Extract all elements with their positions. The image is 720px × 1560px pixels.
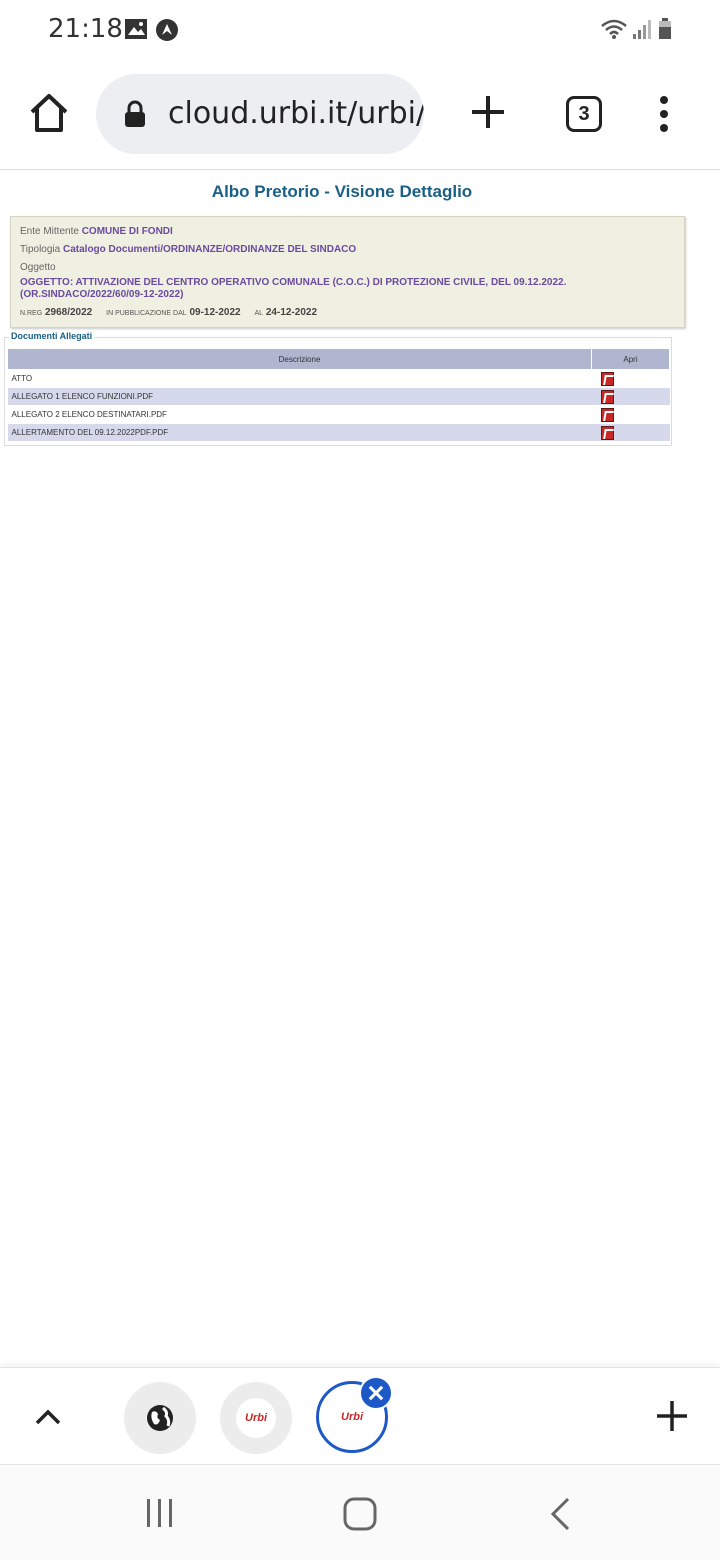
document-description: ALLERTAMENTO DEL 09.12.2022PDF.PDF xyxy=(7,423,592,442)
signal-icon xyxy=(633,20,651,39)
tab-thumbnail-globe[interactable] xyxy=(124,1382,196,1454)
plus-icon[interactable] xyxy=(654,1398,690,1434)
more-vert-icon[interactable] xyxy=(650,94,678,134)
documents-legend: Documenti Allegati xyxy=(9,331,95,341)
table-row: ATTO xyxy=(7,369,670,388)
oggetto-label: Oggetto xyxy=(20,262,56,273)
ente-line: Ente Mittente COMUNE DI FONDI xyxy=(20,226,173,237)
system-nav-bar xyxy=(0,1466,720,1560)
browser-toolbar: cloud.urbi.it/urbi/ 3 xyxy=(0,60,720,170)
ente-value: COMUNE DI FONDI xyxy=(81,226,173,237)
ente-label: Ente Mittente xyxy=(20,226,79,237)
al-label: AL xyxy=(254,310,264,317)
close-icon[interactable] xyxy=(359,1376,393,1410)
wifi-icon xyxy=(601,19,627,39)
app-notification-icon xyxy=(156,19,178,41)
home-circle-icon[interactable] xyxy=(342,1496,378,1532)
table-row: ALLEGATO 2 ELENCO DESTINATARI.PDF xyxy=(7,405,670,424)
table-row: ALLEGATO 1 ELENCO FUNZIONI.PDF xyxy=(7,387,670,406)
status-time: 21:18 xyxy=(48,14,123,44)
tipologia-label: Tipologia xyxy=(20,244,61,255)
attached-documents: Documenti Allegati Descrizione Apri ATTO… xyxy=(4,331,672,446)
pdf-icon[interactable] xyxy=(600,371,614,386)
recent-apps-icon[interactable] xyxy=(144,1496,176,1530)
chevron-up-icon[interactable] xyxy=(32,1401,64,1433)
document-description: ALLEGATO 2 ELENCO DESTINATARI.PDF xyxy=(7,405,592,424)
home-icon[interactable] xyxy=(26,90,72,136)
registration-line: N.REG 2968/2022 IN PUBBLICAZIONE DAL 09-… xyxy=(20,307,317,318)
tipologia-line: Tipologia Catalogo Documenti/ORDINANZE/O… xyxy=(20,244,356,255)
page-title: Albo Pretorio - Visione Dettaglio xyxy=(211,182,473,201)
column-description: Descrizione xyxy=(7,348,592,370)
documents-table: Descrizione Apri ATTO ALLEGATO 1 ELENCO … xyxy=(7,348,670,442)
tabs-count-button[interactable]: 3 xyxy=(566,96,602,132)
pdf-icon[interactable] xyxy=(600,389,614,404)
tipologia-value: Catalogo Documenti/ORDINANZE/ORDINANZE D… xyxy=(63,244,357,255)
tab-switcher-bar: Urbi Urbi xyxy=(0,1367,720,1465)
urbi-logo: Urbi xyxy=(341,1411,363,1423)
detail-box: Ente Mittente COMUNE DI FONDI Tipologia … xyxy=(10,216,685,328)
globe-icon xyxy=(147,1405,173,1431)
pdf-icon[interactable] xyxy=(600,425,614,440)
url-text: cloud.urbi.it/urbi/ xyxy=(168,96,424,131)
document-description: ALLEGATO 1 ELENCO FUNZIONI.PDF xyxy=(7,387,592,406)
column-open: Apri xyxy=(591,348,670,370)
publication-from: 09-12-2022 xyxy=(189,307,241,318)
document-description: ATTO xyxy=(7,369,592,388)
back-icon[interactable] xyxy=(548,1496,574,1532)
tab-thumbnail-urbi[interactable]: Urbi xyxy=(220,1382,292,1454)
status-bar: 21:18 xyxy=(0,0,720,60)
url-bar[interactable]: cloud.urbi.it/urbi/ xyxy=(96,74,424,154)
pdf-icon[interactable] xyxy=(600,407,614,422)
gallery-icon xyxy=(125,19,147,39)
oggetto-value: OGGETTO: ATTIVAZIONE DEL CENTRO OPERATIV… xyxy=(20,277,567,300)
nreg-label: N.REG xyxy=(20,310,43,317)
plus-icon[interactable] xyxy=(468,92,508,132)
urbi-logo: Urbi xyxy=(236,1398,276,1438)
publication-label: IN PUBBLICAZIONE DAL xyxy=(106,310,187,317)
battery-icon xyxy=(659,18,671,39)
publication-to: 24-12-2022 xyxy=(265,307,318,318)
table-row: ALLERTAMENTO DEL 09.12.2022PDF.PDF xyxy=(7,423,670,442)
nreg-value: 2968/2022 xyxy=(44,307,93,318)
lock-icon xyxy=(125,100,145,127)
